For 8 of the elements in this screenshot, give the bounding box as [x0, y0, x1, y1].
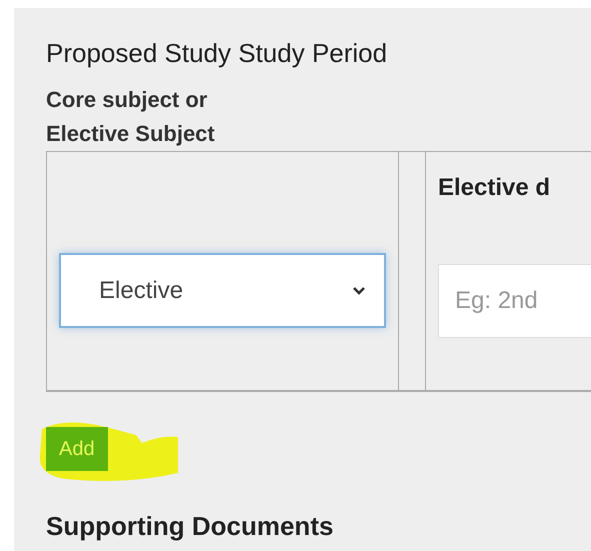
column-header: Elective d: [438, 174, 552, 203]
section-title: Supporting Documents: [46, 511, 334, 542]
field-label: Elective Subject: [46, 120, 216, 148]
field-label: Core subject or: [46, 86, 208, 114]
subject-type-select[interactable]: Elective: [59, 253, 386, 328]
chevron-down-icon: [352, 286, 366, 296]
details-input[interactable]: Eg: 2nd: [438, 264, 591, 338]
section-title: Proposed Study Study Period: [46, 38, 388, 69]
